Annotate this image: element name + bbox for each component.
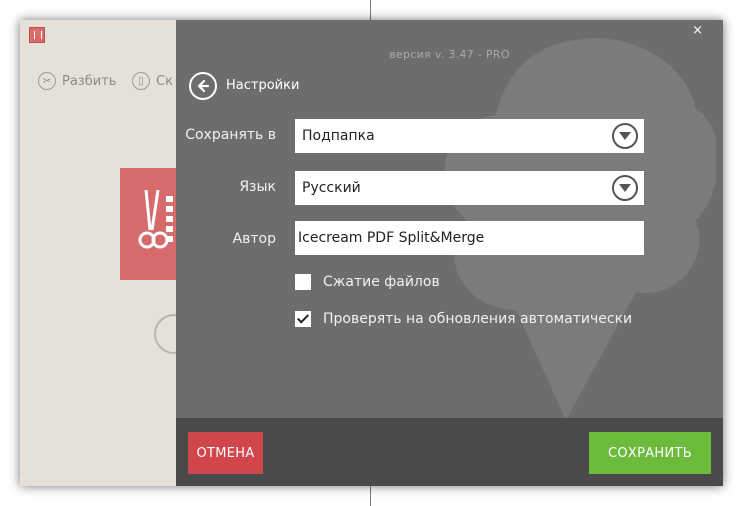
language-select[interactable]: Русский (295, 171, 644, 205)
scissors-large-icon (138, 189, 173, 249)
toolbar-merge-label: Ск (156, 73, 173, 89)
cancel-button[interactable]: ОТМЕНА (188, 432, 263, 474)
scissors-icon: ✂ (38, 72, 56, 90)
compress-files-label: Сжатие файлов (323, 274, 440, 290)
desktop-line-bottom (370, 486, 371, 506)
compress-files-option[interactable]: Сжатие файлов (295, 274, 440, 290)
desktop-line-top (370, 0, 371, 20)
dropdown-arrow-icon[interactable] (612, 123, 638, 149)
save-in-label: Сохранять в (185, 127, 276, 143)
dialog-footer: ОТМЕНА СОХРАНИТЬ (176, 418, 723, 486)
app-logo-icon (29, 27, 45, 43)
language-label: Язык (239, 179, 276, 195)
toolbar-split[interactable]: ✂ Разбить (38, 72, 116, 90)
auto-update-checkbox[interactable] (295, 311, 311, 327)
toolbar-split-label: Разбить (62, 73, 117, 89)
author-label: Автор (232, 231, 276, 247)
version-label: версия v. 3.47 - PRO (389, 48, 510, 61)
toolbar-merge[interactable]: ▯ Ск (132, 72, 173, 90)
back-button[interactable] (189, 72, 217, 100)
dropdown-arrow-icon[interactable] (612, 175, 638, 201)
author-input[interactable] (295, 221, 644, 255)
compress-files-checkbox[interactable] (295, 274, 311, 290)
save-in-value: Подпапка (302, 128, 375, 144)
save-in-select[interactable]: Подпапка (295, 119, 644, 153)
app-window: ✂ Разбить ▯ Ск версия v. 3.47 - PRO × На… (20, 20, 723, 486)
auto-update-option[interactable]: Проверять на обновления автоматически (295, 311, 632, 327)
merge-icon: ▯ (132, 72, 150, 90)
close-icon[interactable]: × (692, 23, 703, 38)
auto-update-label: Проверять на обновления автоматически (323, 311, 633, 327)
arrow-left-icon (197, 79, 210, 93)
dialog-title: Настройки (226, 78, 300, 93)
language-value: Русский (302, 180, 361, 196)
settings-dialog: версия v. 3.47 - PRO × Настройки Сохраня… (176, 20, 723, 486)
save-button[interactable]: СОХРАНИТЬ (589, 432, 711, 474)
